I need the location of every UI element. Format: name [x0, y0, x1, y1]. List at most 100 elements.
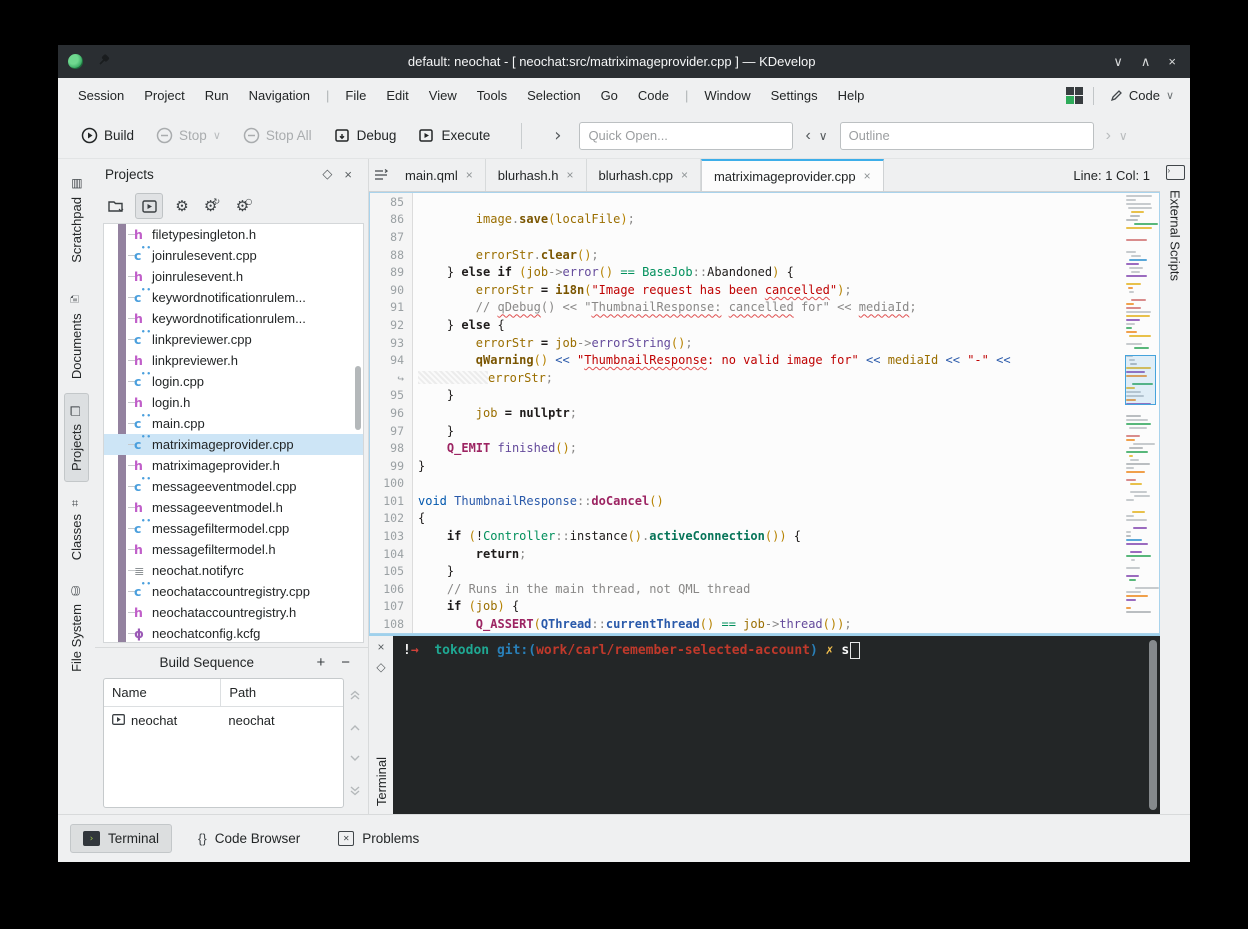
- tab-documents[interactable]: Documents🗈: [62, 277, 91, 389]
- outline-forward-dropdown-icon[interactable]: ∨: [1119, 129, 1128, 143]
- editor-tab-blurhash-h[interactable]: blurhash.h×: [486, 159, 587, 191]
- detach-terminal-icon[interactable]: ◇: [376, 660, 385, 680]
- menu-go[interactable]: Go: [591, 83, 628, 108]
- reload-project-icon[interactable]: ⚙↻: [201, 194, 227, 218]
- close-panel-icon[interactable]: ×: [338, 167, 358, 182]
- tree-item-label: joinrulesevent.cpp: [152, 248, 257, 263]
- tree-item-neochataccountregistry-h[interactable]: hneochataccountregistry.h: [104, 602, 363, 623]
- build-button[interactable]: Build: [72, 121, 143, 150]
- editor-tab-main-qml[interactable]: main.qml×: [393, 159, 486, 191]
- outline-input[interactable]: Outline: [840, 122, 1094, 150]
- close-tab-icon[interactable]: ×: [681, 168, 688, 182]
- pin-icon[interactable]: [97, 54, 110, 70]
- editor-minimap[interactable]: [1125, 195, 1156, 631]
- menu-run[interactable]: Run: [195, 83, 239, 108]
- tree-scrollbar[interactable]: [355, 366, 361, 430]
- area-switcher-icon[interactable]: [1066, 87, 1083, 104]
- menu-navigation[interactable]: Navigation: [239, 83, 320, 108]
- tree-item-neochatconfig-kcfg[interactable]: ɸneochatconfig.kcfg: [104, 623, 363, 643]
- tree-item-matriximageprovider-cpp[interactable]: cmatriximageprovider.cpp: [104, 434, 363, 455]
- open-project-icon[interactable]: [103, 194, 129, 218]
- tree-item-filetypesingleton-h[interactable]: hfiletypesingleton.h: [104, 224, 363, 245]
- close-tab-icon[interactable]: ×: [864, 169, 871, 183]
- tree-item-main-cpp[interactable]: cmain.cpp: [104, 413, 363, 434]
- tab-projects[interactable]: Projects❐: [64, 393, 89, 482]
- titlebar[interactable]: default: neochat - [ neochat:src/matrixi…: [58, 45, 1190, 78]
- menu-window[interactable]: Window: [694, 83, 760, 108]
- stop-button[interactable]: Stop ∨: [147, 121, 230, 150]
- tree-item-matriximageprovider-h[interactable]: hmatriximageprovider.h: [104, 455, 363, 476]
- bottom-tab-terminal[interactable]: ›Terminal: [70, 824, 172, 853]
- tree-item-neochat-notifyrc[interactable]: ≣neochat.notifyrc: [104, 560, 363, 581]
- tree-item-linkpreviewer-cpp[interactable]: clinkpreviewer.cpp: [104, 329, 363, 350]
- tree-item-messageeventmodel-cpp[interactable]: cmessageeventmodel.cpp: [104, 476, 363, 497]
- terminal-view[interactable]: !→ tokodon git:(work/carl/remember-selec…: [393, 636, 1160, 814]
- move-down-icon[interactable]: [349, 755, 361, 762]
- tree-item-linkpreviewer-h[interactable]: hlinkpreviewer.h: [104, 350, 363, 371]
- close-tab-icon[interactable]: ×: [466, 168, 473, 182]
- project-filter-icon[interactable]: ⚙○: [233, 194, 259, 218]
- move-up-icon[interactable]: [349, 724, 361, 731]
- menu-selection[interactable]: Selection: [517, 83, 590, 108]
- tree-item-neochataccountregistry-cpp[interactable]: cneochataccountregistry.cpp: [104, 581, 363, 602]
- add-target-button[interactable]: +: [308, 654, 333, 671]
- menu-session[interactable]: Session: [68, 83, 134, 108]
- tab-classes[interactable]: Classes⌗: [65, 486, 88, 570]
- remove-target-button[interactable]: −: [333, 654, 358, 671]
- debug-button[interactable]: Debug: [325, 121, 406, 150]
- close-tab-icon[interactable]: ×: [566, 168, 573, 182]
- stop-dropdown-icon[interactable]: ∨: [213, 129, 221, 142]
- quick-open-input[interactable]: Quick Open...: [579, 122, 793, 150]
- build-selection-icon[interactable]: [135, 193, 163, 219]
- code-editor[interactable]: 8586 image.save(localFile);8788 errorStr…: [369, 192, 1160, 634]
- menu-code[interactable]: Code: [628, 83, 679, 108]
- configure-icon[interactable]: ⚙: [169, 194, 195, 218]
- terminal-scrollbar[interactable]: [1149, 640, 1157, 810]
- tree-item-messagefiltermodel-cpp[interactable]: cmessagefiltermodel.cpp: [104, 518, 363, 539]
- tree-item-login-cpp[interactable]: clogin.cpp: [104, 371, 363, 392]
- cpp-file: c: [134, 584, 152, 599]
- code-area-menu[interactable]: Code ∨: [1104, 84, 1180, 107]
- menu-tools[interactable]: Tools: [467, 83, 517, 108]
- menu-settings[interactable]: Settings: [761, 83, 828, 108]
- menu-edit[interactable]: Edit: [376, 83, 418, 108]
- build-sequence-row[interactable]: neochatneochat: [104, 707, 343, 734]
- tree-item-messagefiltermodel-h[interactable]: hmessagefiltermodel.h: [104, 539, 363, 560]
- move-bottom-icon[interactable]: [349, 786, 361, 796]
- close-button[interactable]: ×: [1168, 54, 1176, 70]
- tree-item-keywordnotificationrulem-[interactable]: hkeywordnotificationrulem...: [104, 308, 363, 329]
- tree-item-joinrulesevent-h[interactable]: hjoinrulesevent.h: [104, 266, 363, 287]
- column-header-name[interactable]: Name: [104, 679, 221, 706]
- tab-file-system[interactable]: File System⛁: [65, 574, 88, 682]
- column-header-path[interactable]: Path: [221, 679, 343, 706]
- move-top-icon[interactable]: [349, 690, 361, 700]
- maximize-button[interactable]: ∧: [1141, 54, 1151, 70]
- stop-all-button[interactable]: Stop All: [234, 121, 321, 150]
- execute-button[interactable]: Execute: [409, 121, 499, 150]
- tree-item-joinrulesevent-cpp[interactable]: cjoinrulesevent.cpp: [104, 245, 363, 266]
- quick-open-expand-icon[interactable]: ›: [544, 125, 571, 146]
- tree-item-keywordnotificationrulem-[interactable]: ckeywordnotificationrulem...: [104, 287, 363, 308]
- bottom-tab-code-browser[interactable]: {}Code Browser: [186, 825, 312, 852]
- detach-panel-icon[interactable]: ◇: [316, 166, 338, 182]
- editor-tab-blurhash-cpp[interactable]: blurhash.cpp×: [587, 159, 701, 191]
- outline-forward-icon[interactable]: ›: [1106, 127, 1111, 145]
- tab-scratchpad[interactable]: Scratchpad▤: [65, 167, 88, 273]
- code-text: if (!Controller::instance().activeConnec…: [410, 529, 801, 543]
- menu-help[interactable]: Help: [828, 83, 875, 108]
- minimap-viewport[interactable]: [1125, 355, 1156, 405]
- menu-file[interactable]: File: [335, 83, 376, 108]
- editor-tab-matriximageprovider-cpp[interactable]: matriximageprovider.cpp×: [701, 159, 884, 191]
- bottom-tab-problems[interactable]: ✕Problems: [326, 825, 431, 852]
- outline-back-icon[interactable]: ‹: [805, 127, 810, 145]
- outline-dropdown-icon[interactable]: ∨: [819, 129, 828, 143]
- menu-project[interactable]: Project: [134, 83, 194, 108]
- projects-toolbar: ⚙ ⚙↻ ⚙○: [95, 189, 368, 223]
- close-terminal-icon[interactable]: ×: [377, 640, 384, 660]
- tree-item-messageeventmodel-h[interactable]: hmessageeventmodel.h: [104, 497, 363, 518]
- shade-button[interactable]: ∨: [1113, 54, 1123, 70]
- tree-item-login-h[interactable]: hlogin.h: [104, 392, 363, 413]
- document-list-icon[interactable]: [369, 159, 393, 191]
- menu-view[interactable]: View: [419, 83, 467, 108]
- tab-external-scripts[interactable]: External Scripts: [1166, 186, 1185, 285]
